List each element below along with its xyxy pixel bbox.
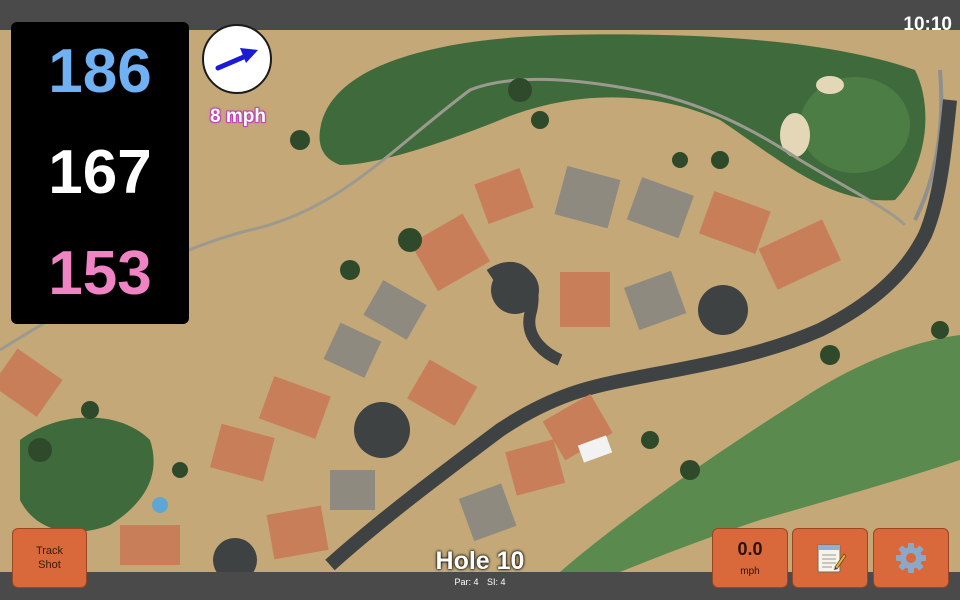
yardage-panel: 186 167 153 xyxy=(11,22,189,324)
gear-icon xyxy=(896,543,926,573)
stroke-index-label: SI: 4 xyxy=(487,577,506,587)
track-shot-label-line1: Track xyxy=(35,545,64,557)
speed-button[interactable]: 0.0 mph xyxy=(712,528,788,588)
notepad-icon xyxy=(817,544,847,573)
wind-speed-label: 8 mph xyxy=(210,106,266,127)
notes-button[interactable] xyxy=(792,528,868,588)
hole-title: Hole 10 xyxy=(435,547,525,575)
track-shot-label-line2: Shot xyxy=(38,559,61,571)
speed-unit: mph xyxy=(740,566,760,577)
speed-value: 0.0 xyxy=(737,539,763,559)
par-label: Par: 4 xyxy=(454,577,479,587)
settings-button[interactable] xyxy=(873,528,949,588)
wind-indicator xyxy=(202,24,272,94)
back-yardage: 186 xyxy=(48,37,152,107)
front-yardage: 153 xyxy=(48,238,152,308)
track-shot-button[interactable]: Track Shot xyxy=(12,528,87,588)
middle-yardage: 167 xyxy=(48,137,152,207)
wind-direction-arrow-icon xyxy=(215,48,258,71)
hole-info: Par: 4 SI: 4 xyxy=(380,577,580,587)
